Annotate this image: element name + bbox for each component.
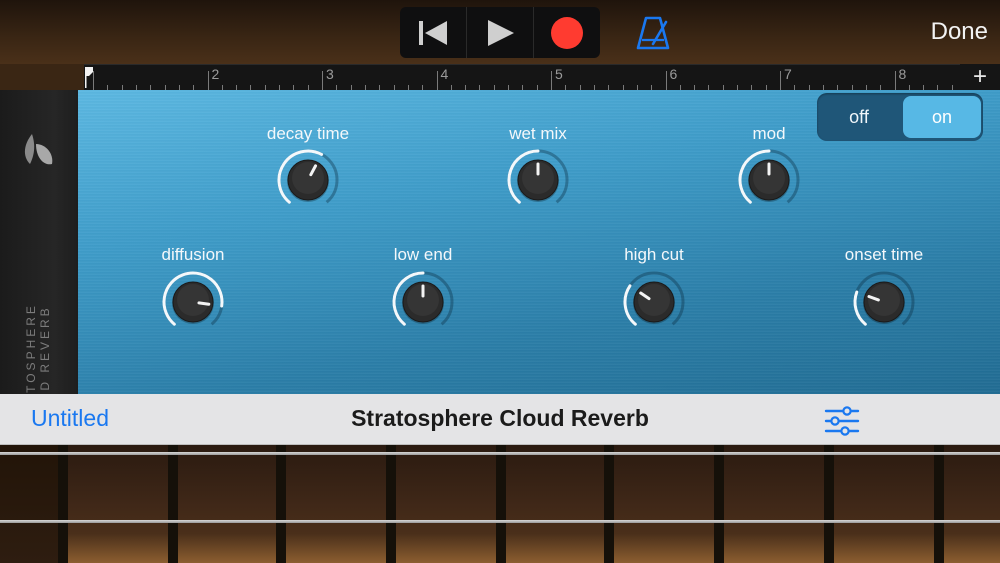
metronome-button[interactable] — [634, 14, 674, 52]
mod-knob[interactable] — [737, 148, 801, 212]
playhead-icon[interactable] — [84, 66, 94, 88]
onset-time-knob[interactable] — [852, 270, 916, 334]
high-cut-knob[interactable] — [622, 270, 686, 334]
sliders-icon — [824, 406, 860, 436]
decay-time-label: decay time — [266, 124, 350, 143]
record-icon — [551, 16, 583, 49]
fret — [386, 445, 396, 563]
ruler-tick — [207, 71, 209, 91]
bypass-toggle[interactable]: off on — [817, 93, 983, 141]
toggle-off-option[interactable]: off — [819, 95, 899, 139]
fret — [496, 445, 506, 563]
ruler-bar-number: 6 — [669, 66, 678, 82]
ruler-bar-number: 2 — [211, 66, 220, 82]
metronome-icon — [636, 16, 670, 50]
fret — [168, 445, 178, 563]
guitar-fretboard[interactable] — [0, 445, 1000, 563]
knob-indicator — [197, 301, 211, 306]
fret — [714, 445, 724, 563]
leaf-logo-icon — [24, 134, 53, 165]
ruler-bar-number: 5 — [555, 66, 563, 82]
low-end-knob[interactable] — [391, 270, 455, 334]
skip-back-icon — [419, 20, 447, 45]
ruler-bar-number: 7 — [784, 66, 792, 82]
knob-cap — [868, 284, 900, 316]
fret — [58, 445, 68, 563]
low-end-label: low end — [393, 245, 453, 264]
plugin-brand-strip: STRATOSPHERE CLOUD REVERB — [0, 90, 78, 436]
diffusion-knob[interactable] — [161, 270, 225, 334]
ruler-tick — [894, 71, 896, 91]
guitar-string[interactable] — [0, 452, 1000, 455]
play-icon — [488, 19, 514, 46]
wet-mix-label: wet mix — [509, 124, 567, 143]
play-button[interactable] — [467, 7, 534, 58]
ruler-tick — [322, 71, 323, 91]
ruler-bar-number: 8 — [898, 66, 907, 82]
knob-cap — [292, 162, 324, 194]
go-to-beginning-button[interactable] — [400, 7, 467, 58]
record-button[interactable] — [534, 7, 600, 58]
fret — [276, 445, 286, 563]
wet-mix-knob[interactable] — [506, 148, 570, 212]
guitar-string[interactable] — [0, 520, 1000, 523]
timeline-ruler[interactable]: 2 3 4 5 6 7 8 — [84, 64, 960, 91]
knob-cap — [177, 284, 209, 316]
top-toolbar: Done — [0, 0, 1000, 64]
ruler-bar-number: 4 — [440, 66, 449, 82]
ruler-spacer — [0, 64, 84, 90]
fret — [824, 445, 834, 563]
decay-time-knob[interactable] — [276, 148, 340, 212]
high-cut-label: high cut — [624, 245, 684, 264]
ruler-tick — [436, 71, 438, 91]
fret — [604, 445, 614, 563]
knob-cap — [638, 284, 670, 316]
onset-time-label: onset time — [844, 245, 924, 264]
transport-controls — [400, 7, 600, 58]
ruler-tick — [780, 71, 781, 91]
add-section-button[interactable]: + — [960, 64, 1000, 90]
ruler-tick — [665, 71, 667, 91]
diffusion-label: diffusion — [161, 245, 225, 264]
plugin-settings-button[interactable] — [823, 406, 861, 436]
ruler-bar-number: 3 — [326, 66, 334, 82]
done-button[interactable]: Done — [931, 18, 988, 46]
fret — [934, 445, 944, 563]
ruler-tick — [551, 71, 552, 91]
toggle-on-option[interactable]: on — [903, 96, 981, 138]
